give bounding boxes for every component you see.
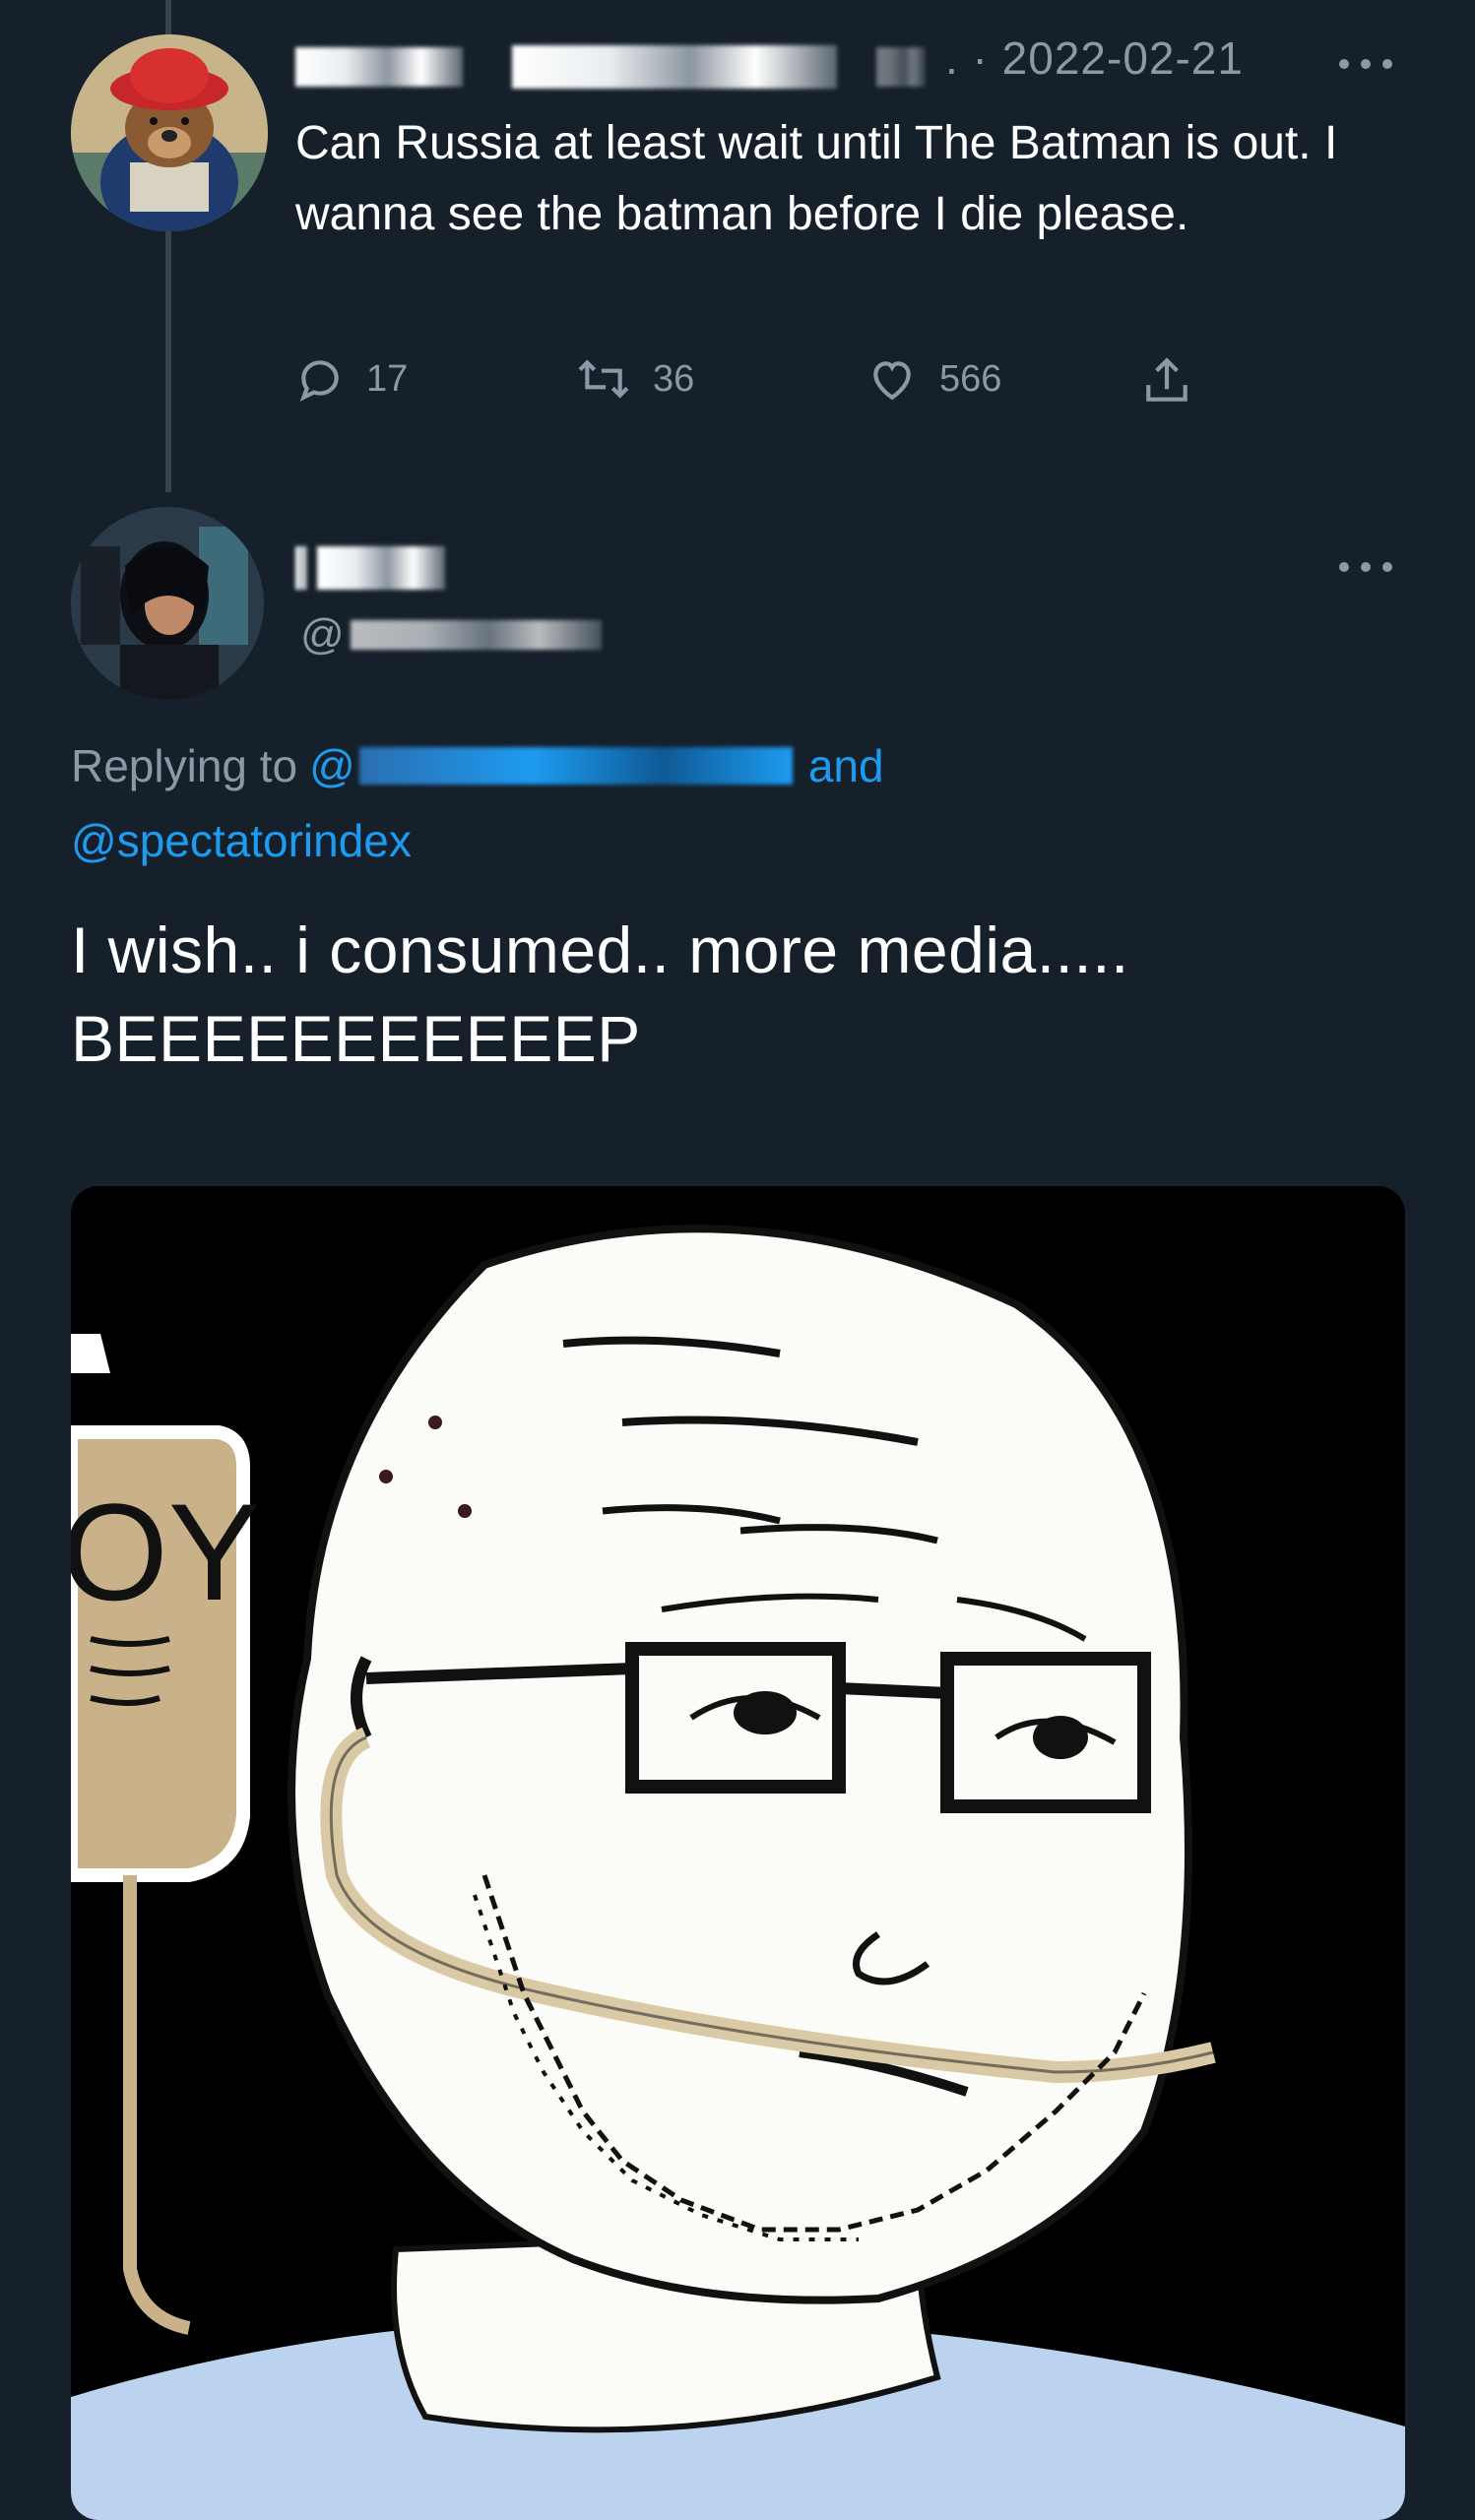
replying-and: and	[807, 740, 884, 791]
parent-avatar[interactable]	[71, 34, 268, 231]
reply-text-line-1: I wish.. i consumed.. more media.....	[71, 914, 1129, 986]
retweet-button[interactable]: 36	[576, 354, 694, 404]
reply-count: 17	[366, 357, 409, 400]
like-count: 566	[939, 357, 1002, 400]
reply-media-image[interactable]: OY	[71, 1186, 1405, 2520]
reply-button[interactable]: 17	[295, 354, 408, 404]
handle-prefix: @	[300, 610, 345, 659]
reply-avatar[interactable]	[71, 507, 264, 700]
reply-text-line-2: BEEEEEEEEEEEP	[71, 1002, 641, 1075]
replying-handle-redacted[interactable]	[358, 747, 793, 785]
reply-author-handle[interactable]: @	[300, 610, 602, 660]
parent-tweet-text: Can Russia at least wait until The Batma…	[295, 117, 1338, 240]
parent-author-redacted[interactable]	[295, 37, 926, 96]
iv-bag-label: OY	[71, 1475, 260, 1629]
reply-tweet-text: I wish.. i consumed.. more media..... BE…	[71, 906, 1400, 1083]
retweet-icon	[578, 359, 629, 399]
replying-to-label: Replying to	[71, 740, 298, 791]
share-icon	[1146, 357, 1187, 402]
timestamp-date: 2022-02-21	[1001, 32, 1244, 84]
timestamp-prefix: . ·	[945, 32, 1002, 84]
replying-to-line: Replying to @ and @spectatorindex	[71, 728, 1400, 878]
reply-icon	[299, 360, 339, 402]
more-icon[interactable]	[1339, 557, 1392, 577]
replying-second-handle[interactable]: @spectatorindex	[71, 803, 1400, 878]
heart-icon	[873, 361, 911, 401]
parent-action-bar: 17 36 566	[295, 354, 1221, 413]
reply-author-name-redacted[interactable]	[295, 536, 445, 599]
parent-timestamp[interactable]: . · 2022-02-21	[945, 32, 1244, 85]
retweet-count: 36	[653, 357, 695, 400]
share-button[interactable]	[1142, 354, 1191, 408]
like-button[interactable]: 566	[866, 354, 1001, 404]
replying-at-symbol[interactable]: @	[309, 728, 355, 803]
more-icon[interactable]	[1339, 54, 1392, 74]
